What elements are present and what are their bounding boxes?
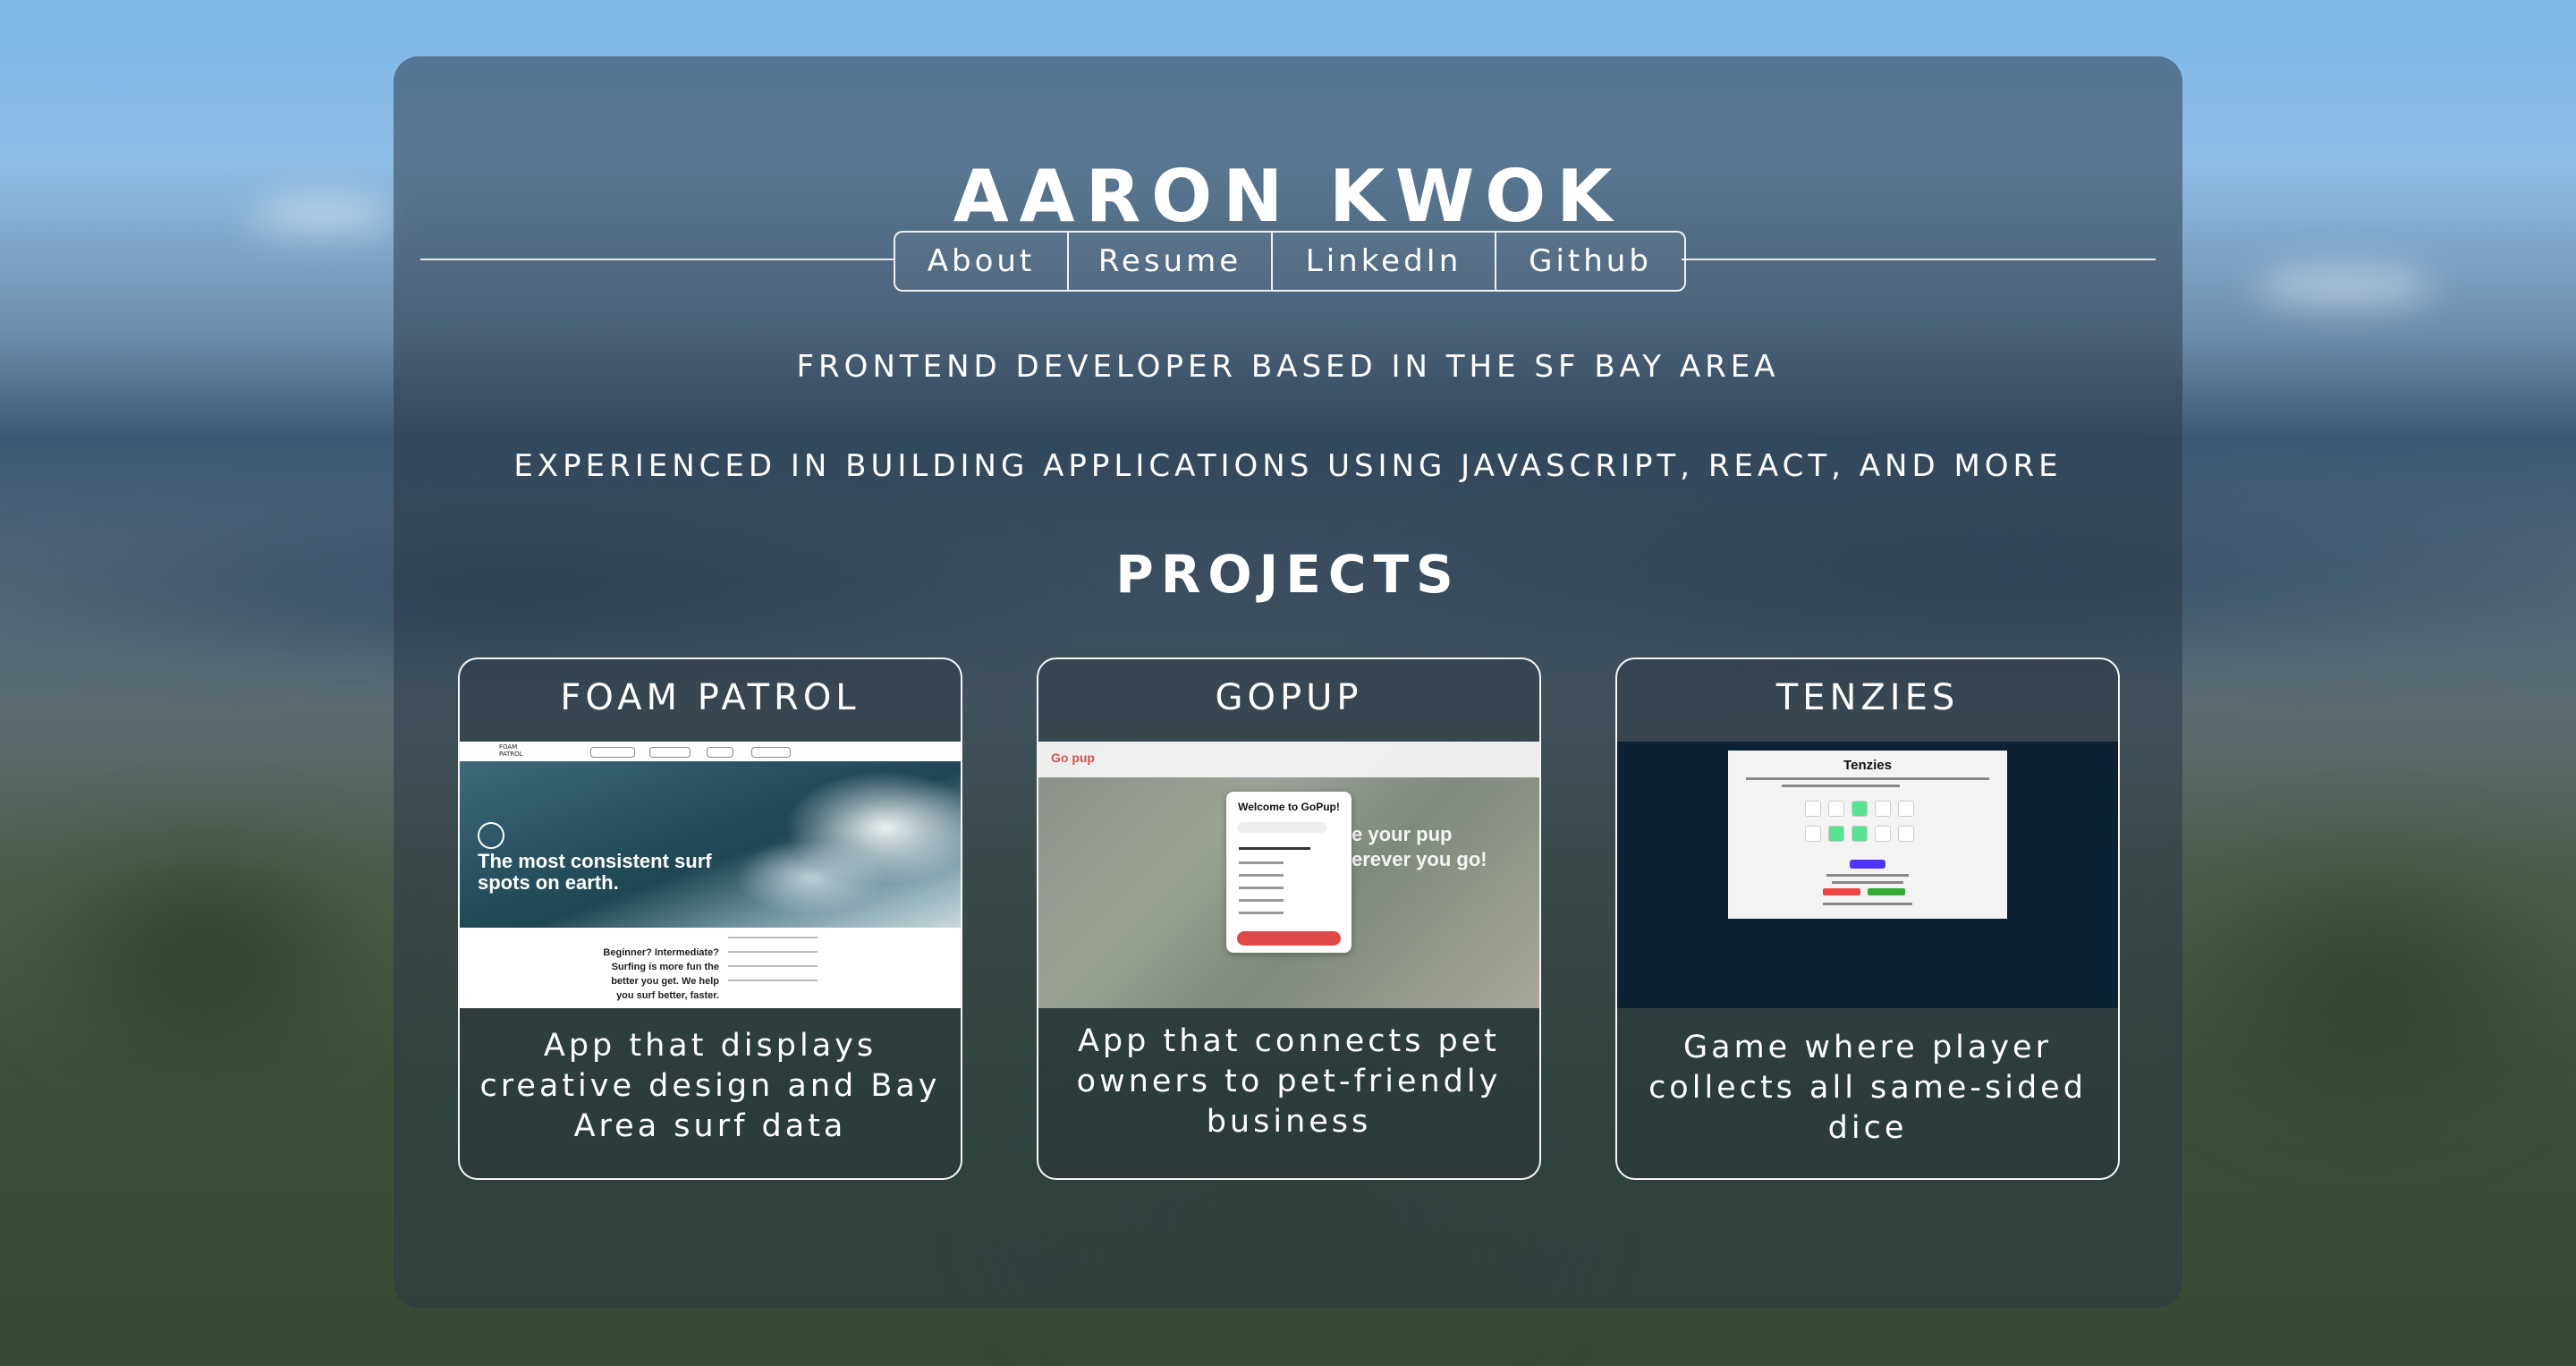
screenshot-option bbox=[1239, 861, 1284, 864]
nav-about-link[interactable]: About bbox=[895, 233, 1069, 290]
screenshot-nav: FOAM PATROL bbox=[460, 742, 961, 761]
screenshot-option bbox=[1239, 912, 1284, 914]
screenshot-option bbox=[1239, 887, 1284, 889]
project-screenshot[interactable]: Go pup e your pup erever you go! Welcome… bbox=[1038, 742, 1539, 1008]
screenshot-option bbox=[1239, 874, 1284, 877]
nav-linkedin-link[interactable]: LinkedIn bbox=[1273, 233, 1496, 290]
nav-github-link[interactable]: Github bbox=[1496, 233, 1684, 290]
wave-logo-icon bbox=[478, 822, 504, 849]
tagline-role: FRONTEND DEVELOPER BASED IN THE SF BAY A… bbox=[796, 349, 1780, 385]
screenshot-nav-pill bbox=[649, 747, 691, 758]
screenshot-option bbox=[1239, 899, 1284, 902]
main-panel: AARON KWOK About Resume LinkedIn Github … bbox=[394, 56, 2182, 1308]
project-description: App that displays creative design and Ba… bbox=[479, 1028, 941, 1144]
tagline-experience: EXPERIENCED IN BUILDING APPLICATIONS USI… bbox=[513, 448, 2063, 484]
die bbox=[1805, 826, 1821, 842]
screenshot-input bbox=[1237, 822, 1326, 833]
screenshot-option bbox=[1239, 847, 1310, 850]
project-title: FOAM PATROL bbox=[560, 677, 860, 718]
die bbox=[1805, 801, 1821, 817]
screenshot-stats bbox=[1826, 874, 1909, 877]
nav-divider-left bbox=[420, 259, 894, 260]
project-title: GOPUP bbox=[1215, 677, 1363, 718]
project-card-tenzies[interactable]: TENZIES Tenzies Game where player collec… bbox=[1615, 658, 2120, 1180]
screenshot-game-title: Tenzies bbox=[1843, 758, 1892, 773]
screenshot-bullet bbox=[728, 965, 818, 967]
screenshot-modal-title: Welcome to GoPup! bbox=[1238, 801, 1340, 813]
project-description: App that connects pet owners to pet-frie… bbox=[1076, 1023, 1502, 1140]
die-held bbox=[1828, 826, 1844, 842]
screenshot-nav-pill bbox=[751, 747, 791, 758]
screenshot-hero-text: The most consistent surf spots on earth. bbox=[478, 850, 712, 894]
screenshot-instructions bbox=[1746, 777, 1989, 780]
screenshot-stats bbox=[1832, 881, 1903, 884]
nav-resume-link[interactable]: Resume bbox=[1069, 233, 1273, 290]
screenshot-bullet bbox=[728, 980, 818, 981]
page-title: AARON KWOK bbox=[953, 155, 1623, 238]
screenshot-hero: The most consistent surf spots on earth. bbox=[460, 761, 961, 928]
projects-heading: PROJECTS bbox=[1115, 544, 1461, 605]
gopup-logo: Go pup bbox=[1051, 751, 1095, 765]
screenshot-nav-pill bbox=[590, 747, 635, 758]
screenshot-nav: Go pup bbox=[1038, 742, 1539, 777]
screenshot-restart-button bbox=[1823, 888, 1860, 895]
screenshot-lower-section: Beginner? Intermediate? Surfing is more … bbox=[460, 928, 961, 1008]
background-cloud bbox=[250, 197, 394, 233]
die bbox=[1898, 801, 1914, 817]
nav-bar: About Resume LinkedIn Github bbox=[894, 231, 1686, 292]
screenshot-nav-pill bbox=[707, 747, 733, 758]
screenshot-hero-text: e your pup erever you go! bbox=[1352, 823, 1487, 870]
project-card-foam-patrol[interactable]: FOAM PATROL FOAM PATROL The most consiste… bbox=[458, 658, 962, 1180]
project-title: TENZIES bbox=[1775, 677, 1960, 718]
die bbox=[1875, 801, 1891, 817]
foam-patrol-logo: FOAM PATROL bbox=[499, 743, 523, 758]
screenshot-search-button bbox=[1237, 931, 1341, 946]
background-cloud bbox=[2254, 268, 2433, 304]
nav-divider-right bbox=[1682, 259, 2156, 260]
screenshot-instructions bbox=[1782, 785, 1900, 787]
screenshot-bullet bbox=[728, 951, 818, 953]
screenshot-score bbox=[1823, 903, 1912, 905]
screenshot-roll-button bbox=[1850, 860, 1885, 869]
screenshot-game-window: Tenzies bbox=[1728, 751, 2007, 919]
die-held bbox=[1852, 801, 1868, 817]
die-held bbox=[1852, 826, 1868, 842]
screenshot-bullet bbox=[728, 937, 818, 938]
die bbox=[1828, 801, 1844, 817]
screenshot-modal: Welcome to GoPup! bbox=[1226, 792, 1352, 953]
screenshot-log-button bbox=[1868, 888, 1905, 895]
project-description: Game where player collects all same-side… bbox=[1648, 1030, 2087, 1146]
project-screenshot[interactable]: FOAM PATROL The most consistent surf spot… bbox=[460, 742, 961, 1008]
die bbox=[1898, 826, 1914, 842]
die bbox=[1875, 826, 1891, 842]
screenshot-section-text: Beginner? Intermediate? Surfing is more … bbox=[603, 947, 719, 1001]
wave-image bbox=[710, 761, 961, 928]
project-card-gopup[interactable]: GOPUP Go pup e your pup erever you go! W… bbox=[1037, 658, 1541, 1180]
project-screenshot[interactable]: Tenzies bbox=[1617, 742, 2118, 1008]
